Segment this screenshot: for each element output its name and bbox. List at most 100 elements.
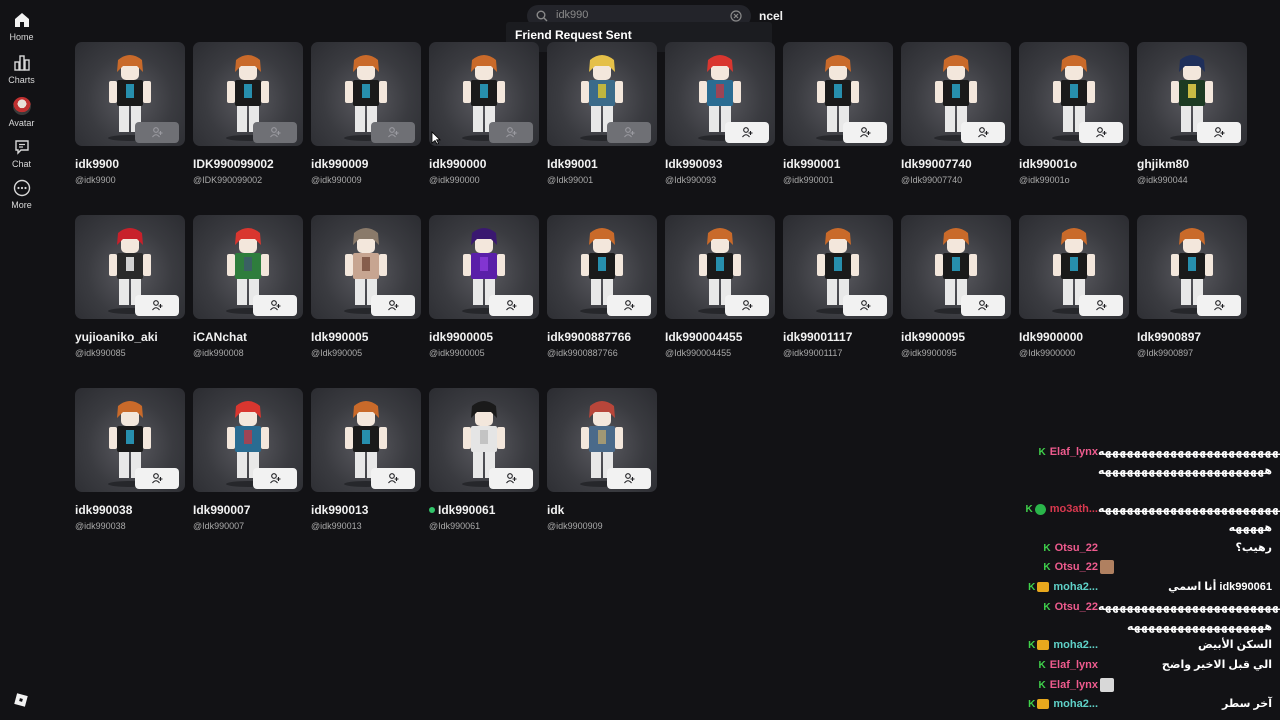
add-friend-button[interactable]: [1079, 122, 1123, 143]
username-handle: @IDK990099002: [193, 175, 263, 185]
add-friend-button[interactable]: [1079, 295, 1123, 316]
add-friend-icon: [506, 473, 517, 484]
display-name[interactable]: Idk990005: [311, 330, 368, 344]
add-friend-button[interactable]: [253, 468, 297, 489]
display-name[interactable]: IDK990099002: [193, 157, 274, 171]
display-name[interactable]: Idk990093: [665, 157, 722, 171]
avatar-thumbnail[interactable]: [193, 388, 303, 492]
display-name[interactable]: idk990000: [429, 157, 486, 171]
add-friend-icon: [270, 473, 281, 484]
display-name-text: idk99001o: [1019, 157, 1078, 171]
avatar-thumbnail[interactable]: [1137, 42, 1247, 146]
avatar-thumbnail[interactable]: [901, 42, 1011, 146]
add-friend-button[interactable]: [843, 122, 887, 143]
roblox-logo-icon[interactable]: [14, 693, 28, 707]
display-name[interactable]: Idk990007: [193, 503, 250, 517]
display-name[interactable]: Idk9900000: [1019, 330, 1083, 344]
chat-message: K Elaf_lynx: [1033, 678, 1114, 692]
add-friend-button[interactable]: [489, 468, 533, 489]
display-name[interactable]: idk9900: [75, 157, 119, 171]
add-friend-button[interactable]: [135, 468, 179, 489]
avatar-thumbnail[interactable]: [665, 42, 775, 146]
avatar-thumbnail[interactable]: [1137, 215, 1247, 319]
avatar-thumbnail[interactable]: [547, 388, 657, 492]
avatar-thumbnail[interactable]: [75, 42, 185, 146]
sidebar-item-avatar[interactable]: Avatar: [0, 97, 43, 128]
clear-search-icon[interactable]: [730, 10, 742, 22]
display-name[interactable]: idk99001o: [1019, 157, 1077, 171]
avatar-thumbnail[interactable]: [311, 388, 421, 492]
avatar-thumbnail[interactable]: [547, 42, 657, 146]
display-name[interactable]: yujioaniko_aki: [75, 330, 158, 344]
add-friend-button[interactable]: [725, 295, 769, 316]
display-name[interactable]: Idk99007740: [901, 157, 972, 171]
display-name[interactable]: Idk9900897: [1137, 330, 1201, 344]
username-handle: @idk9900: [75, 175, 116, 185]
avatar-thumbnail[interactable]: [547, 215, 657, 319]
add-friend-button[interactable]: [961, 295, 1005, 316]
add-friend-button[interactable]: [607, 468, 651, 489]
add-friend-button[interactable]: [253, 122, 297, 143]
display-name[interactable]: Idk990004455: [665, 330, 742, 344]
add-friend-button[interactable]: [1197, 295, 1241, 316]
cancel-button[interactable]: ncel: [759, 9, 783, 23]
add-friend-button[interactable]: [371, 468, 415, 489]
display-name[interactable]: idk990013: [311, 503, 368, 517]
avatar-thumbnail[interactable]: [193, 215, 303, 319]
avatar-thumbnail[interactable]: [783, 42, 893, 146]
display-name[interactable]: idk99001117: [783, 330, 852, 344]
add-friend-button[interactable]: [489, 122, 533, 143]
avatar-thumbnail[interactable]: [783, 215, 893, 319]
display-name[interactable]: iCANchat: [193, 330, 247, 344]
add-friend-button[interactable]: [1197, 122, 1241, 143]
display-name[interactable]: ghjikm80: [1137, 157, 1189, 171]
sidebar-item-home[interactable]: Home: [0, 11, 43, 42]
toast-message: Friend Request Sent: [515, 28, 632, 42]
avatar-thumbnail[interactable]: [1019, 215, 1129, 319]
add-friend-button[interactable]: [843, 295, 887, 316]
add-friend-button[interactable]: [371, 295, 415, 316]
avatar-thumbnail[interactable]: [429, 215, 539, 319]
avatar-thumbnail[interactable]: [665, 215, 775, 319]
display-name[interactable]: idk990009: [311, 157, 368, 171]
add-friend-button[interactable]: [607, 122, 651, 143]
display-name[interactable]: idk9900005: [429, 330, 493, 344]
avatar-thumbnail[interactable]: [901, 215, 1011, 319]
display-name[interactable]: idk990001: [783, 157, 840, 171]
kick-badge-icon: K: [1028, 640, 1036, 651]
display-name[interactable]: Idk990061: [429, 503, 495, 517]
add-friend-button[interactable]: [135, 122, 179, 143]
username-handle: @idk990044: [1137, 175, 1188, 185]
crown-badge-icon: [1037, 582, 1050, 593]
avatar-thumbnail[interactable]: [429, 42, 539, 146]
display-name[interactable]: idk9900095: [901, 330, 965, 344]
avatar-thumbnail[interactable]: [75, 388, 185, 492]
add-friend-button[interactable]: [135, 295, 179, 316]
avatar-thumbnail[interactable]: [429, 388, 539, 492]
add-friend-button[interactable]: [253, 295, 297, 316]
chat-username: moha2...: [1053, 698, 1098, 710]
avatar-thumbnail[interactable]: [311, 42, 421, 146]
sidebar-item-charts[interactable]: Charts: [0, 54, 43, 85]
add-friend-button[interactable]: [489, 295, 533, 316]
avatar-thumbnail[interactable]: [193, 42, 303, 146]
display-name[interactable]: Idk99001: [547, 157, 598, 171]
chat-message: Kmo3ath...هههههههههههههههههههههههههههههه…: [1020, 502, 1280, 515]
sidebar-item-label: Charts: [8, 75, 35, 85]
display-name-text: Idk9900897: [1137, 330, 1202, 344]
avatar-thumbnail[interactable]: [1019, 42, 1129, 146]
add-friend-button[interactable]: [961, 122, 1005, 143]
add-friend-button[interactable]: [607, 295, 651, 316]
add-friend-button[interactable]: [725, 122, 769, 143]
display-name-text: idk990001: [783, 157, 841, 171]
kick-badge-icon: K: [1043, 561, 1051, 573]
display-name[interactable]: idk9900887766: [547, 330, 631, 344]
avatar-thumbnail[interactable]: [311, 215, 421, 319]
sidebar-item-chat[interactable]: Chat: [0, 138, 43, 169]
avatar-thumbnail[interactable]: [75, 215, 185, 319]
display-name[interactable]: idk: [547, 503, 564, 517]
sidebar-item-more[interactable]: More: [0, 179, 43, 210]
kick-badge-icon: K: [1025, 504, 1033, 515]
add-friend-button[interactable]: [371, 122, 415, 143]
display-name[interactable]: idk990038: [75, 503, 132, 517]
